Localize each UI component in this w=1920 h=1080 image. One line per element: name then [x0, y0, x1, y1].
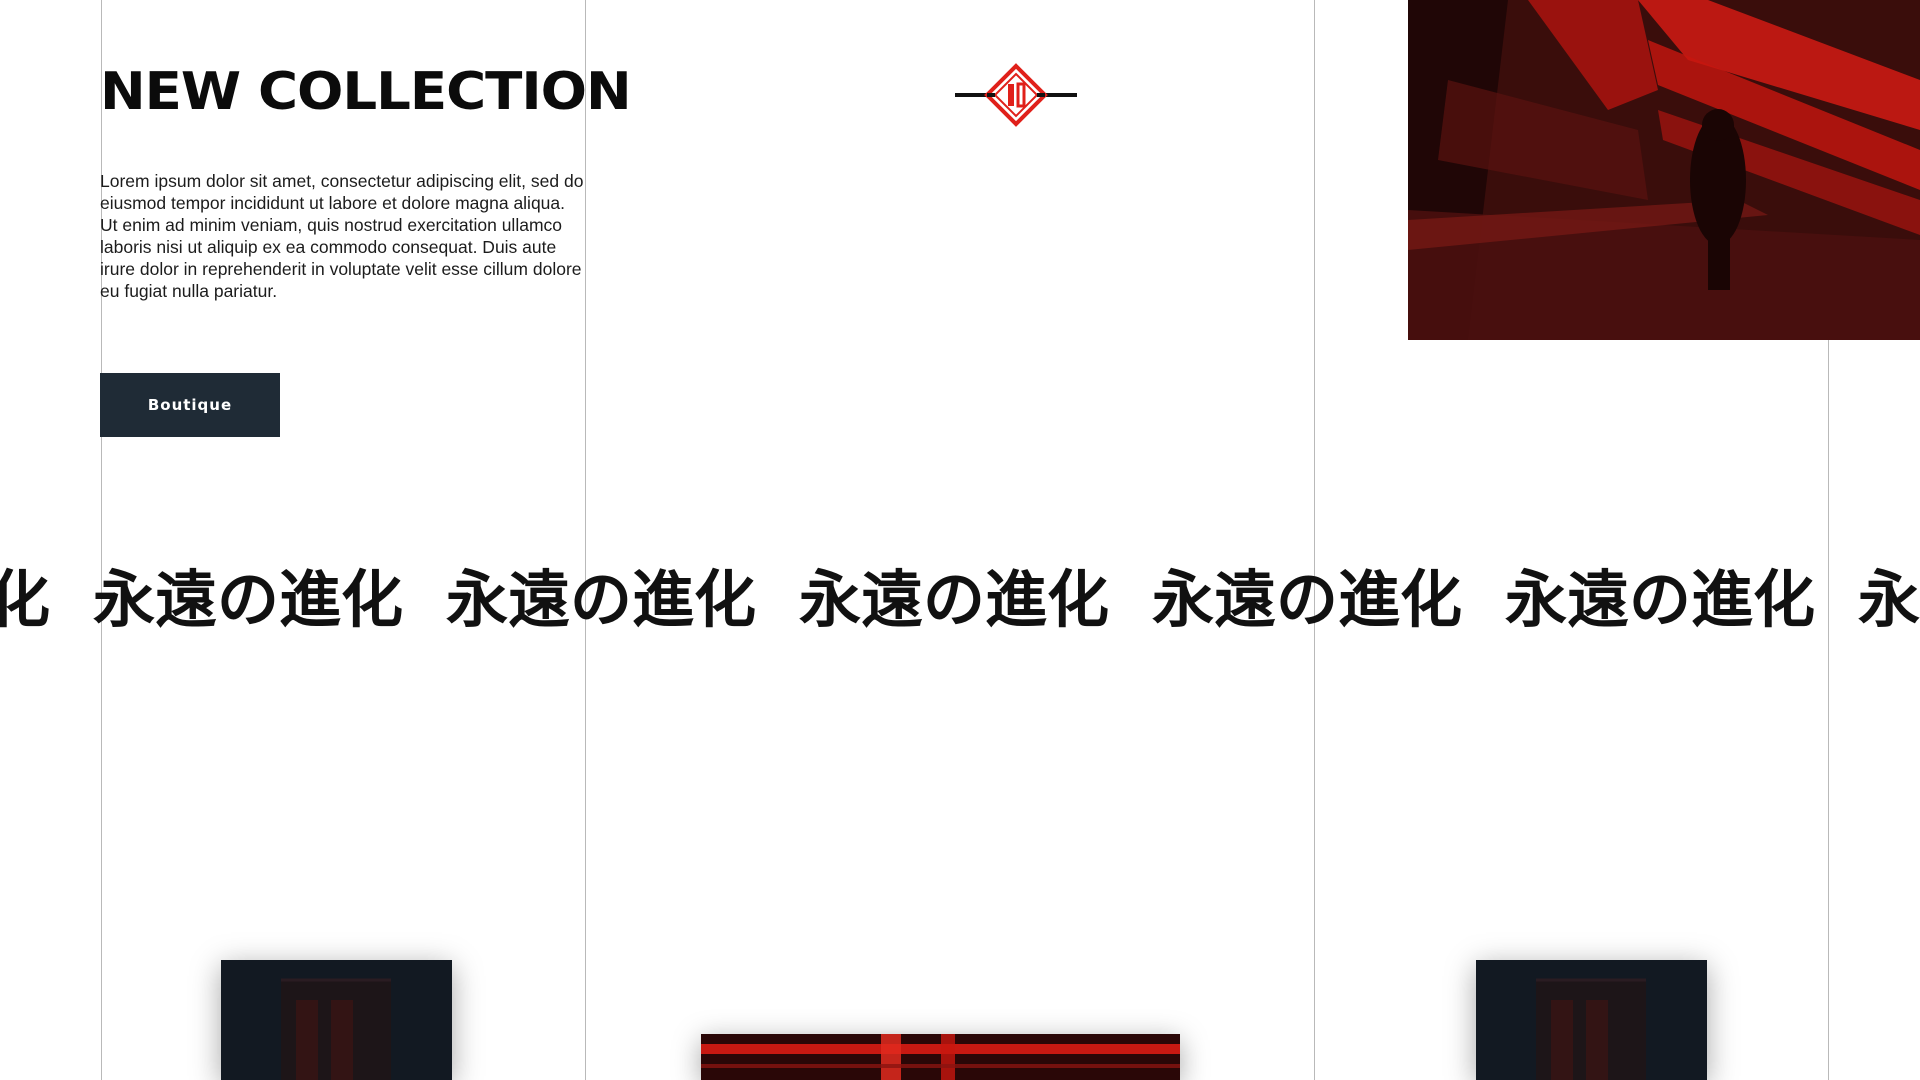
marquee-item: 永遠の進化 [1152, 563, 1463, 636]
marquee-item: 永遠の進化 [0, 563, 51, 636]
grid-line [1314, 0, 1315, 1080]
diamond-monogram-logo[interactable] [955, 62, 1077, 128]
hero-description: Lorem ipsum dolor sit amet, consectetur … [100, 171, 584, 301]
grid-line [101, 0, 102, 1080]
collection-card-right[interactable] [1476, 960, 1707, 1080]
boutique-button[interactable]: Boutique [100, 373, 280, 437]
card-photo-image [221, 960, 452, 1080]
card-photo-image [1476, 960, 1707, 1080]
marquee-item: 永遠の進化 [1858, 563, 1920, 636]
collection-card-center[interactable] [701, 1034, 1180, 1080]
grid-line [585, 0, 586, 1080]
marquee-item: 永遠の進化 [446, 563, 757, 636]
collection-card-left[interactable] [221, 960, 452, 1080]
hero-photo-image [1408, 0, 1920, 340]
marquee-item: 永遠の進化 [1505, 563, 1816, 636]
logo-icon [955, 63, 1077, 127]
hero-photo [1408, 0, 1920, 340]
marquee-item: 永遠の進化 [93, 563, 404, 636]
card-photo-image [701, 1034, 1180, 1080]
marquee-track: 永遠の進化永遠の進化永遠の進化永遠の進化永遠の進化永遠の進化永遠の進化 [0, 560, 1920, 640]
page-title: NEW COLLECTION [100, 62, 632, 122]
marquee-band: 永遠の進化永遠の進化永遠の進化永遠の進化永遠の進化永遠の進化永遠の進化 [0, 560, 1920, 640]
marquee-item: 永遠の進化 [799, 563, 1110, 636]
